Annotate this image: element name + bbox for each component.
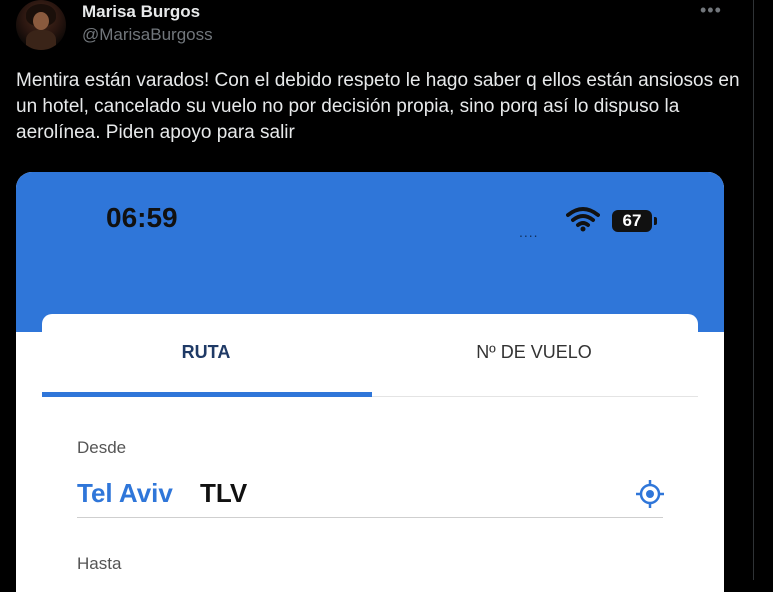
- battery-indicator: 67: [612, 210, 652, 232]
- from-field-underline: [77, 517, 663, 518]
- crosshair-icon[interactable]: [634, 478, 666, 510]
- column-divider: [753, 0, 754, 580]
- signal-dots: ....: [519, 224, 539, 240]
- more-options-icon[interactable]: •••: [700, 0, 722, 21]
- wifi-icon: [566, 207, 600, 232]
- author-handle[interactable]: @MarisaBurgoss: [82, 25, 213, 45]
- tab-divider: [372, 396, 698, 397]
- tab-numero-vuelo[interactable]: Nº DE VUELO: [370, 314, 698, 398]
- tab-ruta[interactable]: RUTA: [42, 314, 370, 398]
- from-airport-code[interactable]: TLV: [200, 478, 247, 509]
- tweet-text: Mentira están varados! Con el debido res…: [16, 70, 740, 143]
- active-tab-indicator: [42, 392, 372, 397]
- author-name[interactable]: Marisa Burgos: [82, 2, 200, 22]
- from-label: Desde: [77, 438, 127, 457]
- from-city[interactable]: Tel Aviv: [77, 478, 173, 509]
- to-label: Hasta: [77, 554, 122, 573]
- app-header-background: [16, 172, 724, 332]
- status-time: 06:59: [106, 202, 178, 233]
- battery-nub: [654, 217, 657, 225]
- search-card: RUTA Nº DE VUELO Desde Tel Aviv TLV Hast…: [42, 314, 698, 592]
- avatar[interactable]: [16, 0, 66, 50]
- tweet-media-image[interactable]: 06:59 .... 67 RUTA Nº DE VUELO Desde Tel…: [16, 172, 724, 592]
